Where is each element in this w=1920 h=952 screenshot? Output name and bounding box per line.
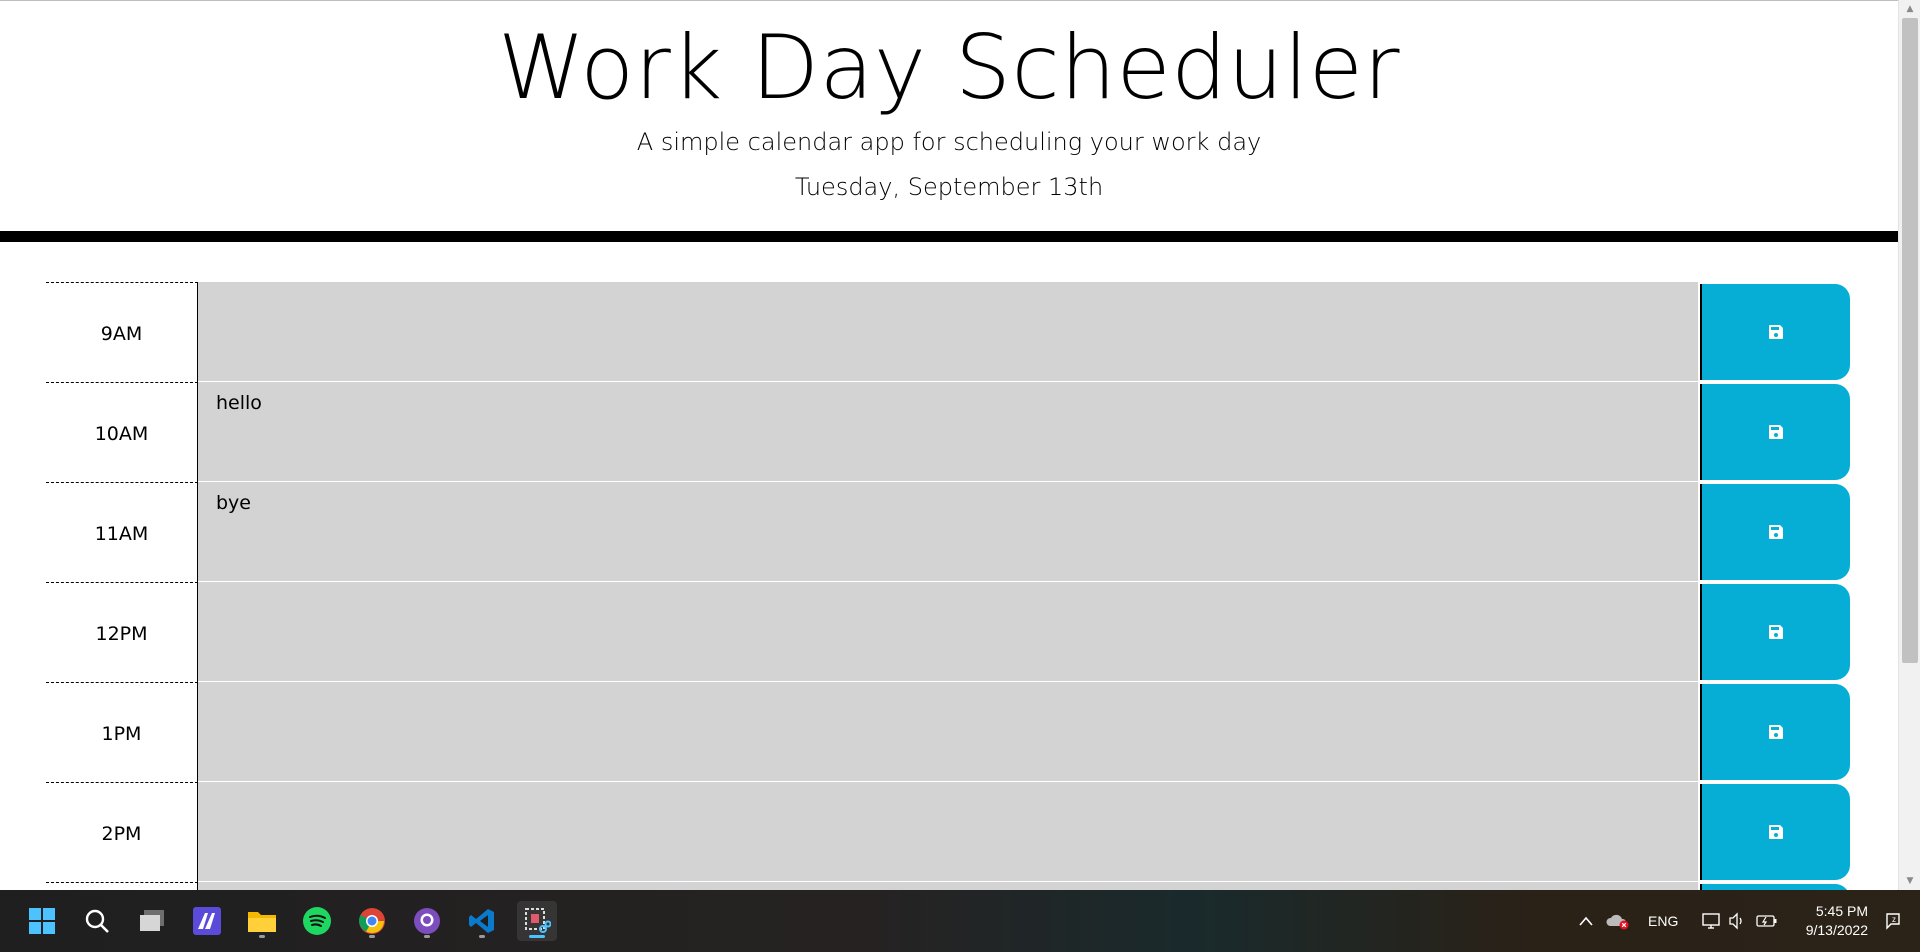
show-hidden-icons-icon[interactable] [1578,890,1594,952]
hour-label: 1PM [46,682,198,782]
running-indicator [369,935,375,938]
windows-start-icon[interactable] [22,901,62,941]
current-day: Tuesday, September 13th [794,173,1104,201]
task-view-icon[interactable] [132,901,172,941]
github-desktop-icon[interactable] [407,901,447,941]
clock-date: 9/13/2022 [1805,922,1868,938]
timeblock-row: 10AM hello [46,382,1852,482]
page-scrollbar[interactable]: ▲ ▼ [1898,0,1920,890]
save-icon [1769,425,1783,439]
event-description-input[interactable] [198,582,1698,682]
hour-label: 12PM [46,582,198,682]
volume-icon[interactable] [1728,890,1746,952]
save-button[interactable] [1700,584,1850,680]
vscode-icon[interactable] [462,901,502,941]
save-icon [1769,525,1783,539]
active-indicator [529,935,545,938]
network-icon[interactable] [1702,890,1722,952]
hour-label: 11AM [46,482,198,582]
scroll-down-arrow-icon[interactable]: ▼ [1899,872,1920,890]
chrome-icon[interactable] [352,901,392,941]
save-button[interactable] [1700,784,1850,880]
hour-label: 9AM [46,282,198,382]
event-description-input[interactable] [198,282,1698,382]
timeblock-row: 2PM [46,782,1852,882]
running-indicator [424,935,430,938]
timeblock-row: 12PM [46,582,1852,682]
event-description-input[interactable]: bye [198,482,1698,582]
save-button[interactable] [1700,384,1850,480]
page-title: Work Day Scheduler [497,16,1401,119]
timeblock-row: 11AM bye [46,482,1852,582]
save-button[interactable] [1700,484,1850,580]
snipping-tool-icon[interactable] [517,901,557,941]
scrollbar-thumb[interactable] [1902,18,1918,663]
hour-label: 10AM [46,382,198,482]
event-description-input[interactable]: hello [198,382,1698,482]
save-icon [1769,325,1783,339]
running-indicator [479,935,485,938]
taskbar: ENG 5:45 PM 9/13/2022 z [0,890,1920,952]
clock-time: 5:45 PM [1815,903,1868,919]
timeblock-container: 9AM 10AM hello 11AM bye 12PM 1PM 2PM [46,282,1852,952]
language-indicator[interactable]: ENG [1648,890,1678,952]
onedrive-error-icon[interactable] [1606,890,1630,952]
save-icon [1769,825,1783,839]
page-subtitle: A simple calendar app for scheduling you… [636,128,1262,156]
event-description-input[interactable] [198,682,1698,782]
battery-icon[interactable] [1756,890,1778,952]
event-description-input[interactable] [198,782,1698,882]
svg-text:z: z [1892,915,1896,924]
running-indicator [259,935,265,938]
timeblock-row: 1PM [46,682,1852,782]
save-button[interactable] [1700,284,1850,380]
timeblock-row: 9AM [46,282,1852,382]
file-explorer-icon[interactable] [242,901,282,941]
save-icon [1769,625,1783,639]
spotify-icon[interactable] [297,901,337,941]
header: Work Day Scheduler A simple calendar app… [0,0,1898,242]
save-button[interactable] [1700,684,1850,780]
taskbar-clock[interactable]: 5:45 PM 9/13/2022 [1788,902,1868,940]
app-icon[interactable] [187,901,227,941]
hour-label: 2PM [46,782,198,882]
scroll-up-arrow-icon[interactable]: ▲ [1899,0,1920,18]
save-icon [1769,725,1783,739]
search-icon[interactable] [77,901,117,941]
notifications-icon[interactable]: z [1883,890,1903,952]
